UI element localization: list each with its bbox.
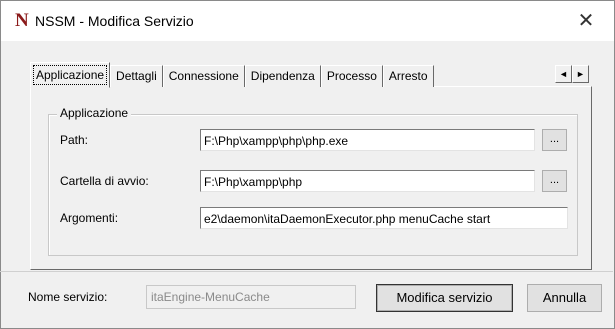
- start-dir-label: Cartella di avvio:: [60, 174, 149, 188]
- tab-strip: Applicazione Dettagli Connessione Dipend…: [30, 62, 434, 88]
- close-button[interactable]: ✕: [571, 7, 601, 35]
- arguments-label: Argomenti:: [60, 211, 119, 225]
- tab-scroll-right-icon[interactable]: ►: [572, 65, 589, 83]
- nssm-logo-icon: N: [15, 10, 29, 31]
- tab-dettagli[interactable]: Dettagli: [110, 65, 163, 87]
- tab-processo[interactable]: Processo: [320, 65, 383, 87]
- service-name-input: itaEngine-MenuCache: [146, 285, 356, 309]
- tab-arresto[interactable]: Arresto: [382, 65, 434, 87]
- application-group-title: Applicazione: [57, 106, 132, 120]
- tab-scroll-left-icon[interactable]: ◄: [555, 65, 572, 83]
- title-bar: N NSSM - Modifica Servizio ✕: [1, 1, 614, 41]
- window-title: NSSM - Modifica Servizio: [35, 13, 194, 29]
- service-name-label: Nome servizio:: [28, 290, 108, 304]
- modify-service-button[interactable]: Modifica servizio: [376, 284, 513, 312]
- tab-connessione[interactable]: Connessione: [162, 65, 245, 87]
- tab-dipendenza[interactable]: Dipendenza: [244, 65, 321, 87]
- arguments-input[interactable]: e2\daemon\itaDaemonExecutor.php menuCach…: [200, 207, 568, 229]
- footer-separator: [0, 271, 613, 272]
- start-dir-input[interactable]: F:\Php\xampp\php: [200, 170, 535, 192]
- start-dir-browse-button[interactable]: ...: [542, 170, 567, 192]
- path-browse-button[interactable]: ...: [542, 129, 567, 151]
- tab-scroll-buttons: ◄ ►: [555, 65, 589, 83]
- path-input[interactable]: F:\Php\xampp\php\php.exe: [200, 129, 535, 151]
- cancel-button[interactable]: Annulla: [527, 284, 602, 312]
- tab-applicazione[interactable]: Applicazione: [30, 62, 111, 88]
- path-label: Path:: [60, 133, 89, 147]
